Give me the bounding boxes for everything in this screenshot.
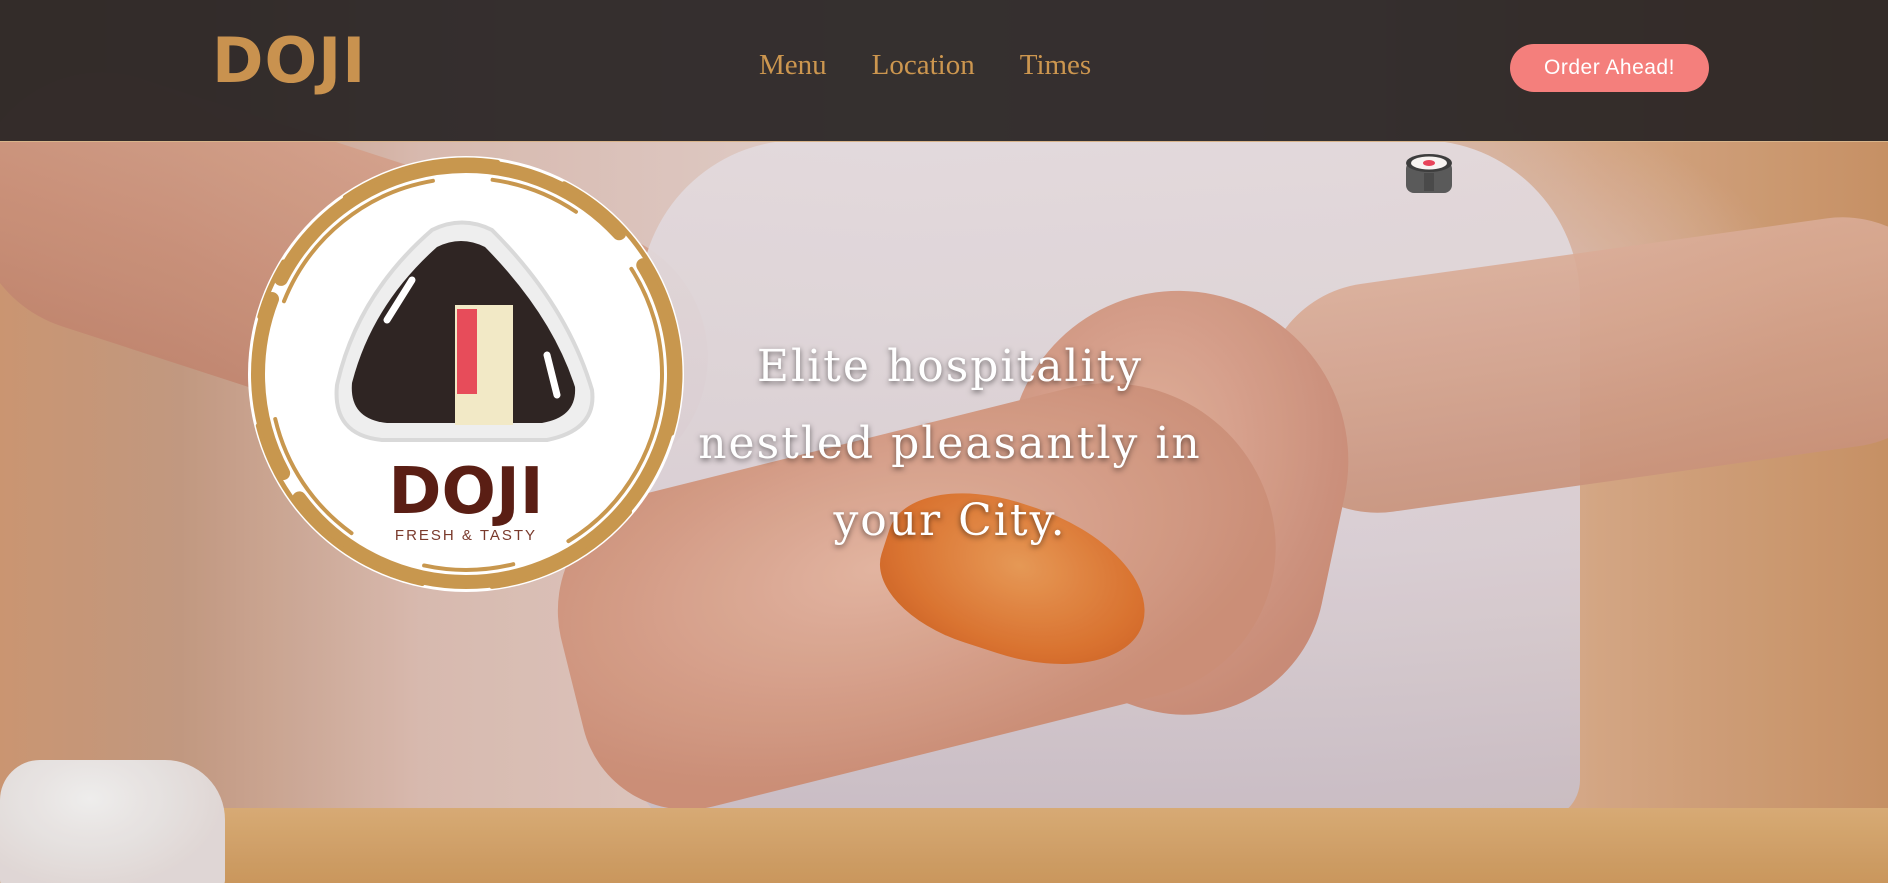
order-ahead-button[interactable]: Order Ahead!	[1510, 44, 1709, 92]
doji-round-logo: DOJI FRESH & TASTY	[248, 156, 684, 592]
hero-tagline: Elite hospitality nestled pleasantly in …	[698, 341, 1202, 546]
nav-times-link[interactable]: Times	[1020, 48, 1091, 83]
brand-logo[interactable]: DOJI	[212, 30, 366, 92]
main-nav: Menu Location Times	[759, 48, 1091, 83]
nav-menu-link[interactable]: Menu	[759, 48, 827, 83]
site-header: DOJI Menu Location Times Order Ahead!	[0, 0, 1888, 142]
nav-location-link[interactable]: Location	[872, 48, 975, 83]
badge-tagline: FRESH & TASTY	[395, 527, 537, 544]
sushi-roll-icon	[1406, 154, 1452, 193]
badge-wordmark: DOJI	[388, 455, 543, 529]
